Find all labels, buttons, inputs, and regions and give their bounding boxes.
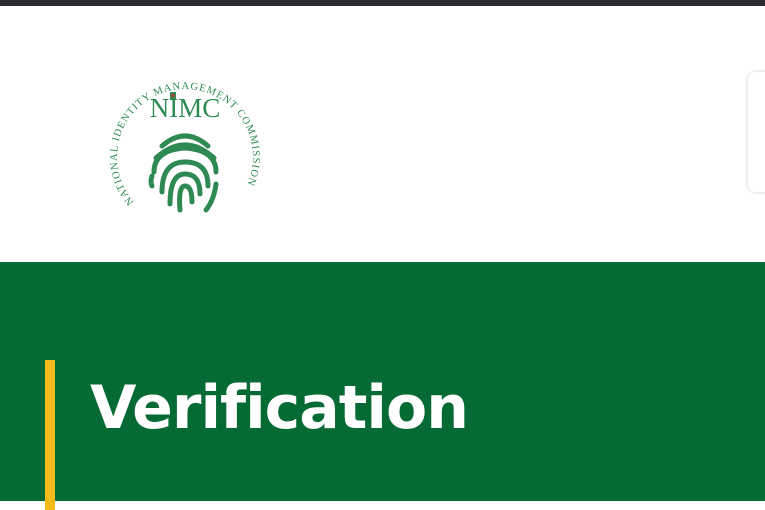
- coat-of-arms-icon: [170, 92, 176, 100]
- fingerprint-icon: [148, 133, 219, 213]
- nimc-logo[interactable]: NATIONAL IDENTITY MANAGEMENT COMMISSION …: [96, 54, 274, 224]
- side-panel-tab[interactable]: [748, 72, 765, 192]
- accent-bar: [45, 360, 55, 510]
- hero-banner: Verification: [0, 262, 765, 510]
- logo-abbreviation: NIMC: [150, 93, 221, 123]
- site-header: NATIONAL IDENTITY MANAGEMENT COMMISSION …: [0, 6, 765, 262]
- page-title: Verification: [90, 373, 469, 443]
